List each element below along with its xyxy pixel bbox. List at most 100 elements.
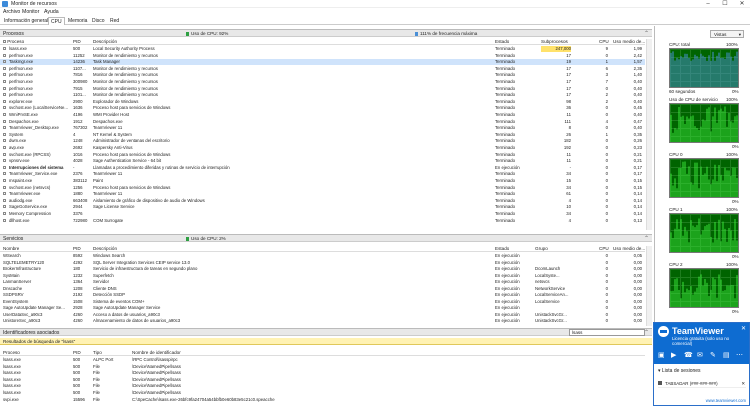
col-header[interactable]: CPU [599,39,609,44]
table-row[interactable]: perfmon.exe 7915 Monitor de rendimiento y … [0,86,645,92]
table-row[interactable]: WmiPrvSE.exe 4196 WMI Provider Host Termina… [0,112,645,118]
table-row[interactable]: perfmon.exe 1101... Monitor de rendimiento… [0,92,645,98]
col-header[interactable]: PID [73,246,81,251]
files-icon[interactable]: ▤ [723,351,730,359]
table-row[interactable]: svchost.exe (netsvcs) 1256 Proceso host pa… [0,185,645,191]
table-row[interactable]: lsass.exe 500 ALPC Port \RPC Control\lsassp… [0,357,645,363]
session-row[interactable]: TABSADAR (###-###-###) ✕ [658,380,746,388]
row-checkbox[interactable] [3,119,6,123]
table-row[interactable]: lsass.exe 500 File \Device\NamedPipe\lsass [0,377,645,383]
row-checkbox[interactable] [3,132,6,136]
close-icon[interactable]: ✕ [734,0,750,8]
table-row[interactable]: System 4 NT Kernel & System Terminado 26 1 0,3… [0,132,645,138]
table-row[interactable]: mspaint.exe 383112 Paint Terminado 15 0 0,15 [0,178,645,184]
row-checkbox[interactable] [3,198,6,202]
col-header[interactable]: CPU [599,246,609,251]
row-checkbox[interactable] [3,185,6,189]
row-checkbox[interactable] [3,172,6,176]
tab-network[interactable]: Red [108,17,121,25]
row-checkbox[interactable] [3,192,6,196]
table-row[interactable]: explorer.exe 2900 Explorador de Windows Ter… [0,99,645,105]
table-row[interactable]: svpi.exe 15596 File C:\SpeCache\lsass.exe-2… [0,397,645,403]
table-row[interactable]: svchost.exe (LocalServiceNe... 1636 Proces… [0,105,645,111]
close-icon[interactable]: ✕ [741,380,745,388]
col-header[interactable]: Nombre de identificador [132,350,181,355]
table-row[interactable]: perfmon.exe 11252 Monitor de rendimiento y… [0,53,645,59]
table-row[interactable]: lsass.exe 500 File \Device\NamedPipe\lsass [0,383,645,389]
row-checkbox[interactable] [3,152,6,156]
row-checkbox[interactable] [3,126,6,130]
services-section-header[interactable]: Servicios Uso de CPU: 2% ⌃ [0,234,652,242]
row-checkbox[interactable] [3,47,6,50]
tab-overview[interactable]: Información general [2,17,50,25]
views-dropdown[interactable]: Vistas ▾ [710,30,744,38]
table-row[interactable]: Dnscache 1208 Cliente DNS En ejecución Netwo… [0,286,645,292]
menu-ayuda[interactable]: Ayuda [44,9,59,15]
more-icon[interactable]: ⋯ [736,351,743,359]
col-header[interactable]: Uso medio de... [613,39,645,44]
video-icon[interactable]: ▶ [671,351,676,359]
table-row[interactable]: Memory Compression 3376 Terminado 34 0 0,14 [0,211,645,217]
row-checkbox[interactable] [3,205,6,209]
row-checkbox[interactable] [3,86,6,90]
row-checkbox[interactable] [3,218,6,222]
table-row[interactable]: lsass.exe 500 File \Device\NamedPipe\lsass [0,370,645,376]
row-checkbox[interactable] [3,99,6,103]
col-header[interactable]: Descripción [93,246,117,251]
phone-icon[interactable]: ☎ [684,351,693,359]
col-header[interactable]: Descripción [93,39,117,44]
tab-cpu[interactable]: CPU [48,17,65,25]
processes-scrollbar[interactable] [646,39,652,230]
menu-monitor[interactable]: Monitor [22,9,39,15]
table-row[interactable]: lsass.exe 500 Local Security Authority Pro… [0,46,645,52]
table-row[interactable]: UserDataSvc_a90c3 4260 Acceso a datos de u… [0,312,645,318]
col-header[interactable]: Proceso [3,39,24,44]
row-checkbox[interactable] [3,159,6,163]
col-header[interactable]: Proceso [3,350,20,355]
row-checkbox[interactable] [3,73,6,77]
table-row[interactable]: TeamViewer_Service.exe 2376 TeamViewer 11 T… [0,171,645,177]
processes-section-header[interactable]: Procesos Uso de CPU: 92% 111% de frecuen… [0,29,652,37]
table-row[interactable]: TeamViewer_Desktop.exe 767302 TeamViewer 1… [0,125,645,131]
col-header[interactable]: Nombre [3,246,19,251]
row-checkbox[interactable] [3,179,6,182]
col-header[interactable]: Estado [495,246,509,251]
table-row[interactable]: perfmon.exe 7816 Monitor de rendimiento y … [0,72,645,78]
col-header[interactable]: PID [73,350,81,355]
remote-control-icon[interactable]: ▣ [658,351,665,359]
row-checkbox[interactable] [3,66,6,70]
table-row[interactable]: perfmon.exe 300980 Monitor de rendimiento … [0,79,645,85]
col-header[interactable]: Grupo [535,246,548,251]
close-icon[interactable]: ✕ [741,325,746,332]
col-header[interactable]: PID [73,39,81,44]
table-row[interactable]: Despachos.exe 1912 Despachos.exe Terminado 1… [0,119,645,125]
row-checkbox[interactable] [3,80,6,83]
row-checkbox[interactable] [3,53,6,57]
table-row[interactable]: BrokerInfrastructure 180 Servicio de infra… [0,266,645,272]
row-checkbox[interactable] [3,106,6,110]
table-row[interactable]: SysMain 1232 Superfetch En ejecución LocalSy… [0,273,645,279]
handle-search-input[interactable]: lsass [569,329,645,336]
whiteboard-icon[interactable]: ✎ [710,351,716,359]
table-row[interactable]: svchost.exe (RPCSS) 1016 Proceso host para… [0,152,645,158]
row-checkbox[interactable] [3,93,6,97]
collapse-icon[interactable]: ⌃ [644,30,649,37]
table-row[interactable]: Interrupciones del sistema - Llamadas a pr… [0,165,645,171]
teamviewer-link[interactable]: www.teamviewer.com [706,398,746,403]
table-row[interactable]: WSearch 8592 Windows Search En ejecución 0 0,… [0,253,645,259]
row-checkbox[interactable] [3,139,6,143]
col-header[interactable]: Subprocesos [541,39,568,44]
table-row[interactable]: vpnsrv.exe 4028 Sage Authentication Servic… [0,158,645,164]
row-checkbox[interactable] [3,60,6,64]
table-row[interactable]: lsass.exe 500 File \Device\NamedPipe\lsass [0,364,645,370]
table-row[interactable]: LanmanServer 1364 Servidor En ejecución nets… [0,279,645,285]
row-checkbox[interactable] [3,165,6,169]
table-row[interactable]: SSDPSRV 2192 Detección SSDP En ejecución Loc… [0,292,645,298]
tab-disk[interactable]: Disco [90,17,107,25]
col-header[interactable]: Estado [495,39,509,44]
table-row[interactable]: EventSystem 1508 Sistema de eventos COM+ En… [0,299,645,305]
menu-archivo[interactable]: Archivo [3,9,20,15]
session-list-header[interactable]: ▾ Lista de sesiones [658,368,701,374]
table-row[interactable]: SQLTELEMETRY120 4292 SQL Server Integratio… [0,260,645,266]
minimize-icon[interactable]: – [700,0,716,8]
